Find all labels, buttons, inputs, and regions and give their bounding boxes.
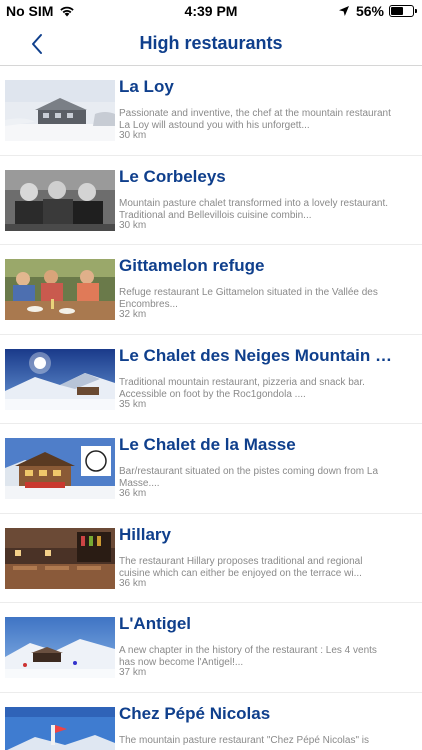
- restaurant-name: Le Corbeleys: [119, 166, 226, 186]
- battery-percent: 56%: [355, 3, 384, 19]
- restaurant-distance: 37 km: [119, 667, 147, 678]
- restaurant-photo: [5, 348, 115, 410]
- restaurant-distance: 36 km: [119, 488, 147, 499]
- restaurant-name: La Loy: [119, 77, 174, 96]
- restaurant-photo: [5, 617, 115, 678]
- restaurant-description: The restaurant Hillary proposes traditio…: [119, 555, 363, 579]
- restaurant-description: Passionate and inventive, the chef at th…: [119, 108, 391, 131]
- restaurant-name: Le Chalet de la Masse: [119, 435, 296, 454]
- restaurant-distance: 35 km: [119, 398, 147, 410]
- list-item[interactable]: Le Chalet des Neiges Mountain re... Trad…: [0, 335, 422, 424]
- restaurant-name: Chez Pépé Nicolas: [119, 703, 271, 723]
- restaurant-description: Refuge restaurant Le Gittamelon situated…: [119, 287, 378, 310]
- restaurant-distance: 32 km: [119, 309, 147, 320]
- battery-nub: [415, 9, 417, 13]
- status-bar: No SIM 4:39 PM 56%: [0, 0, 422, 22]
- restaurant-name: Le Chalet des Neiges Mountain re...: [119, 345, 398, 365]
- restaurant-distance: 36 km: [119, 577, 147, 589]
- restaurant-description: Mountain pasture chalet transformed into…: [119, 197, 389, 221]
- navigation-bar: High restaurants: [0, 22, 422, 66]
- restaurant-distance: 30 km: [119, 130, 147, 141]
- page-title: High restaurants: [139, 33, 283, 53]
- battery-icon: [389, 5, 417, 17]
- list-item[interactable]: Le Corbeleys Mountain pasture chalet tra…: [0, 156, 422, 245]
- restaurant-name: L'Antigel: [119, 614, 192, 633]
- list-item[interactable]: Le Chalet de la Masse Bar/restaurant sit…: [0, 424, 422, 514]
- restaurant-photo: [5, 527, 115, 589]
- restaurant-name: Hillary: [119, 524, 171, 544]
- restaurant-photo: [5, 706, 115, 750]
- restaurant-description: The mountain pasture restaurant "Chez Pé…: [119, 734, 370, 746]
- restaurant-name: Gittamelon refuge: [119, 256, 265, 275]
- list-item[interactable]: Hillary The restaurant Hillary proposes …: [0, 514, 422, 603]
- battery-fill: [391, 7, 403, 15]
- restaurant-description: Traditional mountain restaurant, pizzeri…: [119, 376, 365, 400]
- restaurant-photo: [5, 169, 115, 231]
- restaurant-description: A new chapter in the history of the rest…: [119, 645, 377, 668]
- list-item[interactable]: Gittamelon refuge Refuge restaurant Le G…: [0, 245, 422, 335]
- location-arrow-icon: [338, 6, 349, 16]
- restaurant-photo: [5, 438, 115, 499]
- list-item[interactable]: La Loy Passionate and inventive, the che…: [0, 66, 422, 156]
- list-item[interactable]: Chez Pépé Nicolas The mountain pasture r…: [0, 693, 422, 750]
- restaurant-description: Bar/restaurant situated on the pistes co…: [119, 466, 379, 489]
- restaurant-distance: 30 km: [119, 219, 147, 231]
- list-item[interactable]: L'Antigel A new chapter in the history o…: [0, 603, 422, 693]
- restaurant-photo: [5, 80, 115, 141]
- restaurant-list: La Loy Passionate and inventive, the che…: [0, 66, 422, 750]
- battery-status: 56%: [338, 3, 417, 19]
- restaurant-photo: [5, 259, 115, 320]
